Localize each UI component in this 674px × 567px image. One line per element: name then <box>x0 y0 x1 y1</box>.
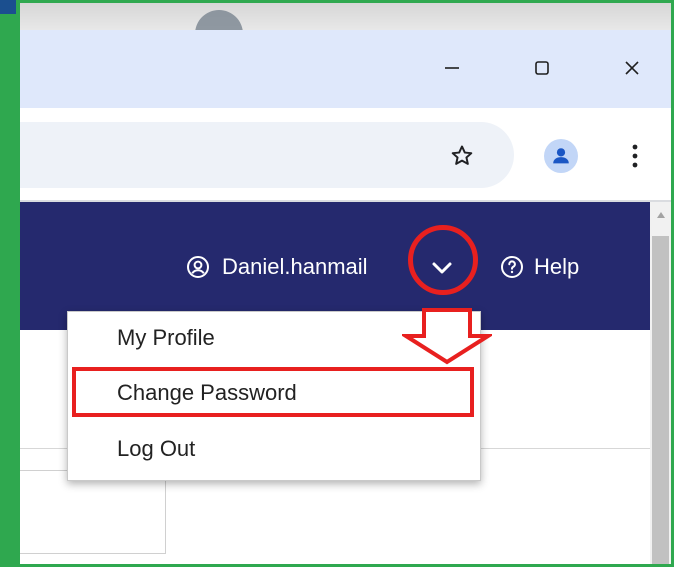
star-icon <box>451 145 473 165</box>
triangle-up-icon <box>656 212 665 218</box>
menu-item-label: Log Out <box>117 436 196 461</box>
minimize-button[interactable] <box>430 48 474 88</box>
close-icon <box>625 61 639 75</box>
address-bar[interactable] <box>20 122 514 188</box>
user-name-label: Daniel.hanmail <box>222 254 368 279</box>
account-circle-icon <box>186 255 210 279</box>
maximize-button[interactable] <box>520 48 564 88</box>
close-button[interactable] <box>610 48 654 88</box>
scroll-up-button[interactable] <box>650 206 671 224</box>
profile-button[interactable] <box>544 139 578 173</box>
annotation-highlight-box <box>72 367 474 417</box>
scrollbar-thumb[interactable] <box>652 236 669 564</box>
corner-decoration <box>0 0 16 14</box>
frame-left-border <box>16 0 20 567</box>
desktop-wallpaper <box>20 3 671 30</box>
menu-item-label: My Profile <box>117 325 215 350</box>
more-vert-icon <box>632 144 638 168</box>
browser-menu-button[interactable] <box>620 138 650 174</box>
help-circle-icon <box>500 255 524 279</box>
profile-icon <box>553 148 569 164</box>
bookmark-star-button[interactable] <box>444 138 480 174</box>
annotation-circle <box>408 225 478 295</box>
maximize-icon <box>535 61 549 75</box>
help-link[interactable]: Help <box>500 250 579 284</box>
help-label: Help <box>534 254 580 279</box>
minimize-icon <box>445 67 459 69</box>
left-margin <box>0 0 16 567</box>
text-input[interactable] <box>20 470 166 554</box>
menu-item-log-out[interactable]: Log Out <box>68 423 482 475</box>
annotation-arrow-down-icon <box>402 308 492 365</box>
user-menu[interactable]: Daniel.hanmail <box>186 250 432 284</box>
browser-title-bar <box>20 30 671 108</box>
